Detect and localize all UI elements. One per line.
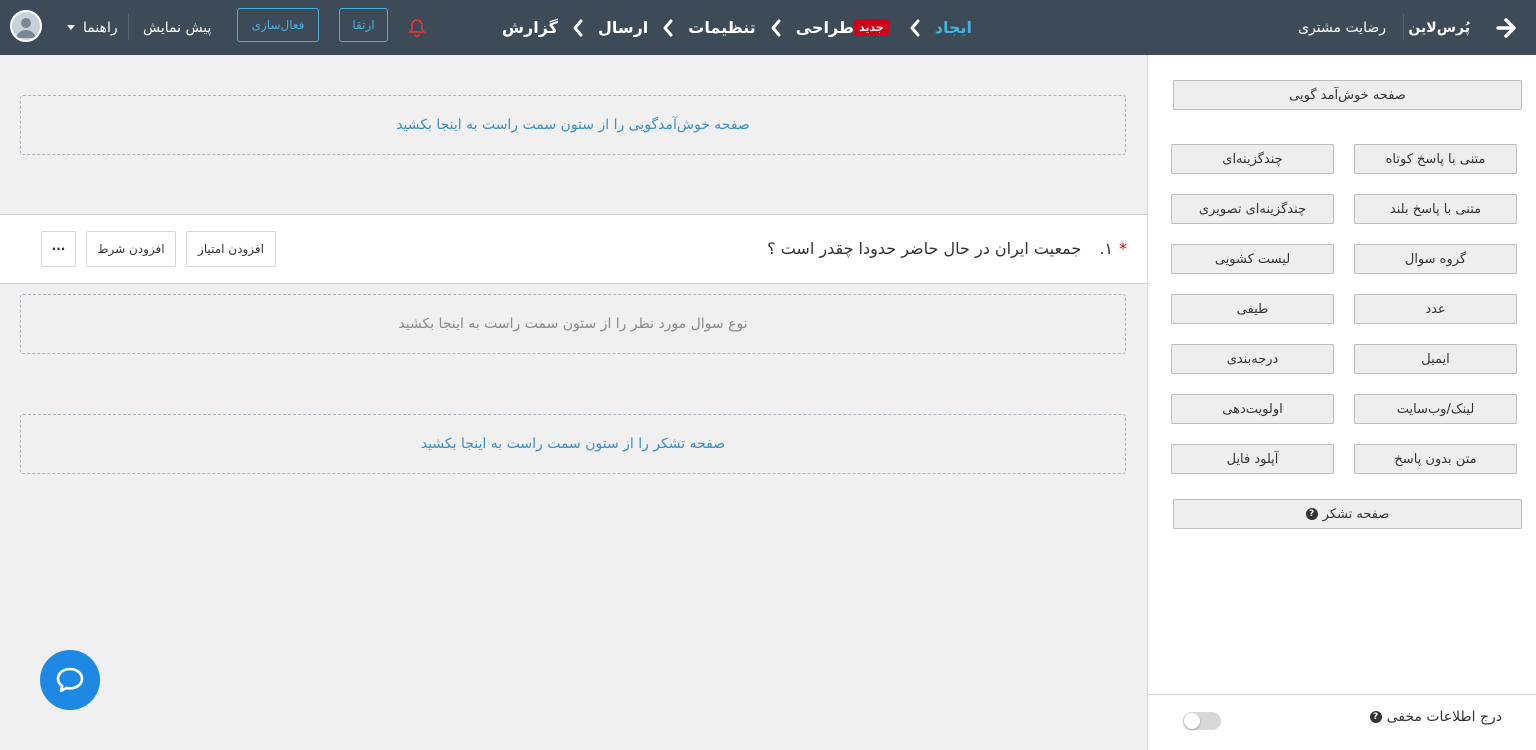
avatar[interactable] bbox=[10, 10, 42, 42]
chevron-left-icon bbox=[903, 16, 927, 40]
thanks-page-item[interactable]: صفحه تشکر ? bbox=[1173, 499, 1522, 529]
type-link[interactable]: لینک/وب‌سایت bbox=[1354, 394, 1517, 424]
type-short-text[interactable]: متنی با پاسخ کوتاه bbox=[1354, 144, 1517, 174]
type-email[interactable]: ایمیل bbox=[1354, 344, 1517, 374]
type-question-group[interactable]: گروه سوال bbox=[1354, 244, 1517, 274]
chat-button[interactable] bbox=[40, 650, 100, 710]
chevron-left-icon bbox=[656, 16, 680, 40]
step-settings[interactable]: تنظیمات bbox=[688, 18, 755, 37]
step-design[interactable]: طراحی جدید bbox=[796, 18, 895, 37]
more-options-button[interactable]: ··· bbox=[41, 231, 76, 267]
hidden-info-toggle[interactable] bbox=[1183, 712, 1221, 730]
required-mark: * bbox=[1119, 238, 1127, 258]
question-text: جمعیت ایران در حال حاضر حدودا چقدر است ؟ bbox=[767, 238, 1082, 258]
welcome-dropzone[interactable]: صفحه خوش‌آمدگویی را از ستون سمت راست به … bbox=[20, 95, 1126, 155]
question-type-dropzone[interactable]: نوع سوال مورد نظر را از ستون سمت راست به… bbox=[20, 294, 1126, 354]
chevron-left-icon bbox=[566, 16, 590, 40]
brand-logo[interactable]: پُرس‌لاین bbox=[1408, 0, 1470, 55]
activate-button[interactable]: فعال‌سازی bbox=[237, 8, 319, 42]
top-bar: پُرس‌لاین رضایت مشتری ایجاد طراحی جدید تن… bbox=[0, 0, 1536, 55]
type-image-choice[interactable]: چندگزینه‌ای تصویری bbox=[1171, 194, 1334, 224]
type-file-upload[interactable]: آپلود فایل bbox=[1171, 444, 1334, 474]
bell-icon[interactable] bbox=[404, 0, 430, 55]
question-number: ۱. bbox=[1099, 238, 1113, 258]
type-long-text[interactable]: متنی با پاسخ بلند bbox=[1354, 194, 1517, 224]
workflow-steps: ایجاد طراحی جدید تنظیمات ارسال گزارش bbox=[502, 0, 972, 55]
toggle-knob bbox=[1184, 713, 1200, 729]
hidden-info-footer: درج اطلاعات مخفی ? bbox=[1148, 694, 1536, 750]
new-badge: جدید bbox=[853, 19, 889, 36]
type-number[interactable]: عدد bbox=[1354, 294, 1517, 324]
survey-name[interactable]: رضایت مشتری bbox=[1298, 0, 1386, 55]
type-rating[interactable]: درجه‌بندی bbox=[1171, 344, 1334, 374]
back-arrow-icon[interactable] bbox=[1492, 0, 1522, 55]
type-spectrum[interactable]: طیفی bbox=[1171, 294, 1334, 324]
upgrade-button[interactable]: ارتقا bbox=[339, 8, 388, 42]
divider bbox=[1403, 14, 1404, 40]
help-menu[interactable]: راهنما bbox=[67, 0, 118, 55]
type-statement[interactable]: متن بدون پاسخ bbox=[1354, 444, 1517, 474]
step-create[interactable]: ایجاد bbox=[935, 18, 972, 37]
type-dropdown[interactable]: لیست کشویی bbox=[1171, 244, 1334, 274]
welcome-page-item[interactable]: صفحه خوش‌آمد گویی bbox=[1173, 80, 1522, 110]
question-title[interactable]: * ۱. جمعیت ایران در حال حاضر حدودا چقدر … bbox=[767, 215, 1127, 281]
chevron-left-icon bbox=[764, 16, 788, 40]
help-circle-icon[interactable]: ? bbox=[1305, 508, 1318, 520]
caret-down-icon bbox=[67, 25, 75, 30]
add-score-button[interactable]: افزودن امتیاز bbox=[186, 231, 276, 267]
help-circle-icon[interactable]: ? bbox=[1369, 711, 1382, 723]
hidden-info-label: درج اطلاعات مخفی ? bbox=[1369, 709, 1502, 725]
step-send[interactable]: ارسال bbox=[598, 18, 648, 37]
question-card[interactable]: * ۱. جمعیت ایران در حال حاضر حدودا چقدر … bbox=[0, 214, 1147, 284]
thanks-dropzone[interactable]: صفحه تشکر را از ستون سمت راست به اینجا ب… bbox=[20, 414, 1126, 474]
question-type-sidebar: صفحه خوش‌آمد گویی متنی با پاسخ کوتاه چند… bbox=[1147, 55, 1536, 750]
type-ranking[interactable]: اولویت‌دهی bbox=[1171, 394, 1334, 424]
preview-link[interactable]: پیش نمایش bbox=[143, 0, 211, 55]
step-report[interactable]: گزارش bbox=[502, 18, 558, 37]
divider bbox=[128, 14, 129, 40]
type-multiple-choice[interactable]: چندگزینه‌ای bbox=[1171, 144, 1334, 174]
add-condition-button[interactable]: افزودن شرط bbox=[86, 231, 176, 267]
